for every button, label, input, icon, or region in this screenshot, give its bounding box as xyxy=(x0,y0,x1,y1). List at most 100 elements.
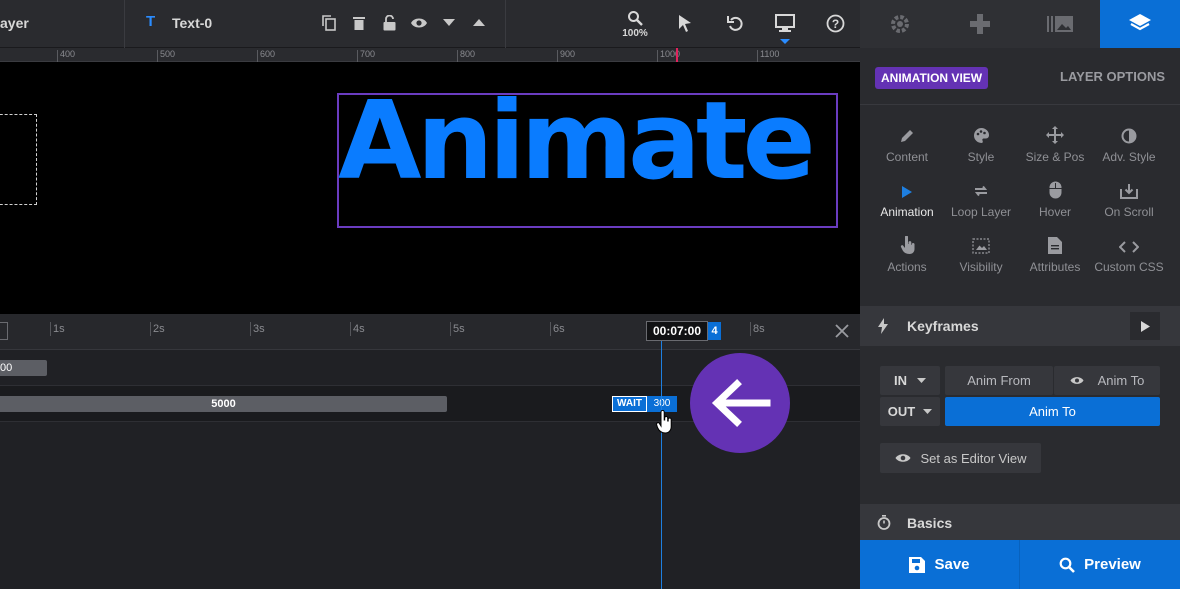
timeline-start-handle[interactable] xyxy=(0,322,8,340)
layers-icon xyxy=(1129,14,1151,31)
tab-layer-options[interactable] xyxy=(1100,0,1180,48)
option-visibility[interactable]: Visibility xyxy=(944,230,1018,282)
time-label: 3s xyxy=(253,323,265,335)
keyframes-section: IN Anim From Anim To OUT Anim To Set as … xyxy=(860,346,1180,504)
eye-icon[interactable] xyxy=(409,13,429,33)
set-editor-view-button[interactable]: Set as Editor View xyxy=(880,443,1041,473)
ruler-tick xyxy=(457,50,458,62)
timeline-panel[interactable]: 1s 2s 3s 4s 5s 6s 8s 00:07:00 4 00 5000 … xyxy=(0,314,860,589)
code-icon xyxy=(1119,241,1139,253)
ruler-label: 400 xyxy=(60,49,76,59)
zoom-value: 100% xyxy=(622,28,648,39)
option-custom-css[interactable]: Custom CSS xyxy=(1092,230,1166,282)
time-label: 4s xyxy=(353,323,365,335)
layer-options-title: LAYER OPTIONS xyxy=(1060,69,1165,84)
gamepad-icon xyxy=(970,14,990,34)
floppy-disk-icon xyxy=(909,556,926,573)
tab-layers-media[interactable] xyxy=(1020,0,1100,48)
option-grid: Content Style Size & Pos Adv. Style Anim… xyxy=(870,120,1170,285)
delete-icon[interactable] xyxy=(349,13,369,33)
text-layer-icon: T xyxy=(146,13,156,30)
preview-button[interactable]: Preview xyxy=(1020,540,1180,589)
layer-name[interactable]: Text-0 xyxy=(172,15,212,31)
playhead-line[interactable] xyxy=(661,341,662,589)
horizontal-ruler: 400 500 600 700 800 900 1000 1100 xyxy=(0,48,860,62)
timeline-ruler[interactable]: 1s 2s 3s 4s 5s 6s 8s 00:07:00 4 xyxy=(0,314,860,350)
anim-to-button[interactable]: Anim To xyxy=(1054,366,1160,395)
ruler-tick xyxy=(557,50,558,62)
zoom-control[interactable]: 100% xyxy=(618,10,652,39)
right-panel: ANIMATION VIEW LAYER OPTIONS Content Sty… xyxy=(860,0,1180,589)
play-icon xyxy=(902,186,912,198)
layer-label: ayer xyxy=(0,15,29,31)
option-loop-layer[interactable]: Loop Layer xyxy=(944,175,1018,227)
move-up-icon[interactable] xyxy=(469,13,489,33)
ruler-tick xyxy=(357,50,358,62)
download-icon xyxy=(1120,184,1138,199)
keyframes-section-header[interactable]: Keyframes xyxy=(860,306,1180,346)
mouse-icon xyxy=(1049,181,1061,199)
basics-section-header[interactable]: Basics xyxy=(860,504,1180,540)
time-label: 2s xyxy=(153,323,165,335)
gallery-icon xyxy=(1047,16,1073,32)
close-timeline-icon[interactable] xyxy=(833,322,851,340)
chevron-down-icon xyxy=(917,377,926,383)
option-adv-style[interactable]: Adv. Style xyxy=(1092,120,1166,172)
animation-view-badge[interactable]: ANIMATION VIEW xyxy=(875,67,989,89)
play-icon xyxy=(1140,320,1150,332)
search-icon xyxy=(1059,557,1076,573)
current-time-display[interactable]: 00:07:00 xyxy=(646,321,708,341)
play-keyframes-button[interactable] xyxy=(1130,312,1160,340)
option-style[interactable]: Style xyxy=(944,120,1018,172)
animate-headline[interactable]: Animate xyxy=(338,88,816,196)
ruler-label: 500 xyxy=(160,49,176,59)
track-frame-bar[interactable]: 00 xyxy=(0,360,47,376)
option-hover[interactable]: Hover xyxy=(1018,175,1092,227)
divider xyxy=(124,0,125,48)
option-on-scroll[interactable]: On Scroll xyxy=(1092,175,1166,227)
image-icon xyxy=(972,238,990,254)
ruler-position-marker xyxy=(676,48,678,62)
option-actions[interactable]: Actions xyxy=(870,230,944,282)
undo-icon[interactable] xyxy=(725,13,745,33)
option-content[interactable]: Content xyxy=(870,120,944,172)
tab-settings[interactable] xyxy=(860,0,940,48)
out-dropdown[interactable]: OUT xyxy=(880,397,940,426)
palette-icon xyxy=(973,128,989,143)
eye-icon xyxy=(1070,377,1084,384)
ruler-tick xyxy=(57,50,58,62)
desktop-view-icon[interactable] xyxy=(775,13,795,33)
pointer-icon[interactable] xyxy=(675,13,695,33)
option-attributes[interactable]: Attributes xyxy=(1018,230,1092,282)
ruler-label: 800 xyxy=(460,49,476,59)
duplicate-icon[interactable] xyxy=(319,13,339,33)
loop-icon xyxy=(974,185,988,197)
anim-from-button[interactable]: Anim From xyxy=(945,366,1053,395)
device-dropdown-indicator xyxy=(780,39,790,44)
ruler-tick xyxy=(157,50,158,62)
move-icon xyxy=(1046,126,1064,144)
ruler-label: 700 xyxy=(360,49,376,59)
document-icon xyxy=(1048,237,1062,254)
tab-navigation[interactable] xyxy=(940,0,1020,48)
zoom-icon xyxy=(628,11,643,26)
save-button[interactable]: Save xyxy=(860,540,1019,589)
svg-text:?: ? xyxy=(831,17,838,31)
time-label: 6s xyxy=(553,323,565,335)
ruler-tick xyxy=(257,50,258,62)
track-duration-bar[interactable]: 5000 xyxy=(0,396,447,412)
option-animation[interactable]: Animation xyxy=(870,175,944,227)
time-tick xyxy=(750,322,751,336)
layer-placeholder-frame[interactable] xyxy=(0,114,37,205)
wait-badge[interactable]: WAIT xyxy=(612,396,647,412)
in-dropdown[interactable]: IN xyxy=(880,366,940,395)
option-size-pos[interactable]: Size & Pos xyxy=(1018,120,1092,172)
panel-header: ANIMATION VIEW LAYER OPTIONS xyxy=(860,48,1180,105)
move-down-icon[interactable] xyxy=(439,13,459,33)
arrow-left-callout-icon xyxy=(690,353,790,453)
anim-to-out-button[interactable]: Anim To xyxy=(945,397,1160,426)
editor-canvas[interactable]: Animate xyxy=(0,62,860,314)
lock-icon[interactable] xyxy=(379,13,399,33)
help-icon[interactable]: ? xyxy=(825,13,845,33)
ruler-tick xyxy=(757,50,758,62)
